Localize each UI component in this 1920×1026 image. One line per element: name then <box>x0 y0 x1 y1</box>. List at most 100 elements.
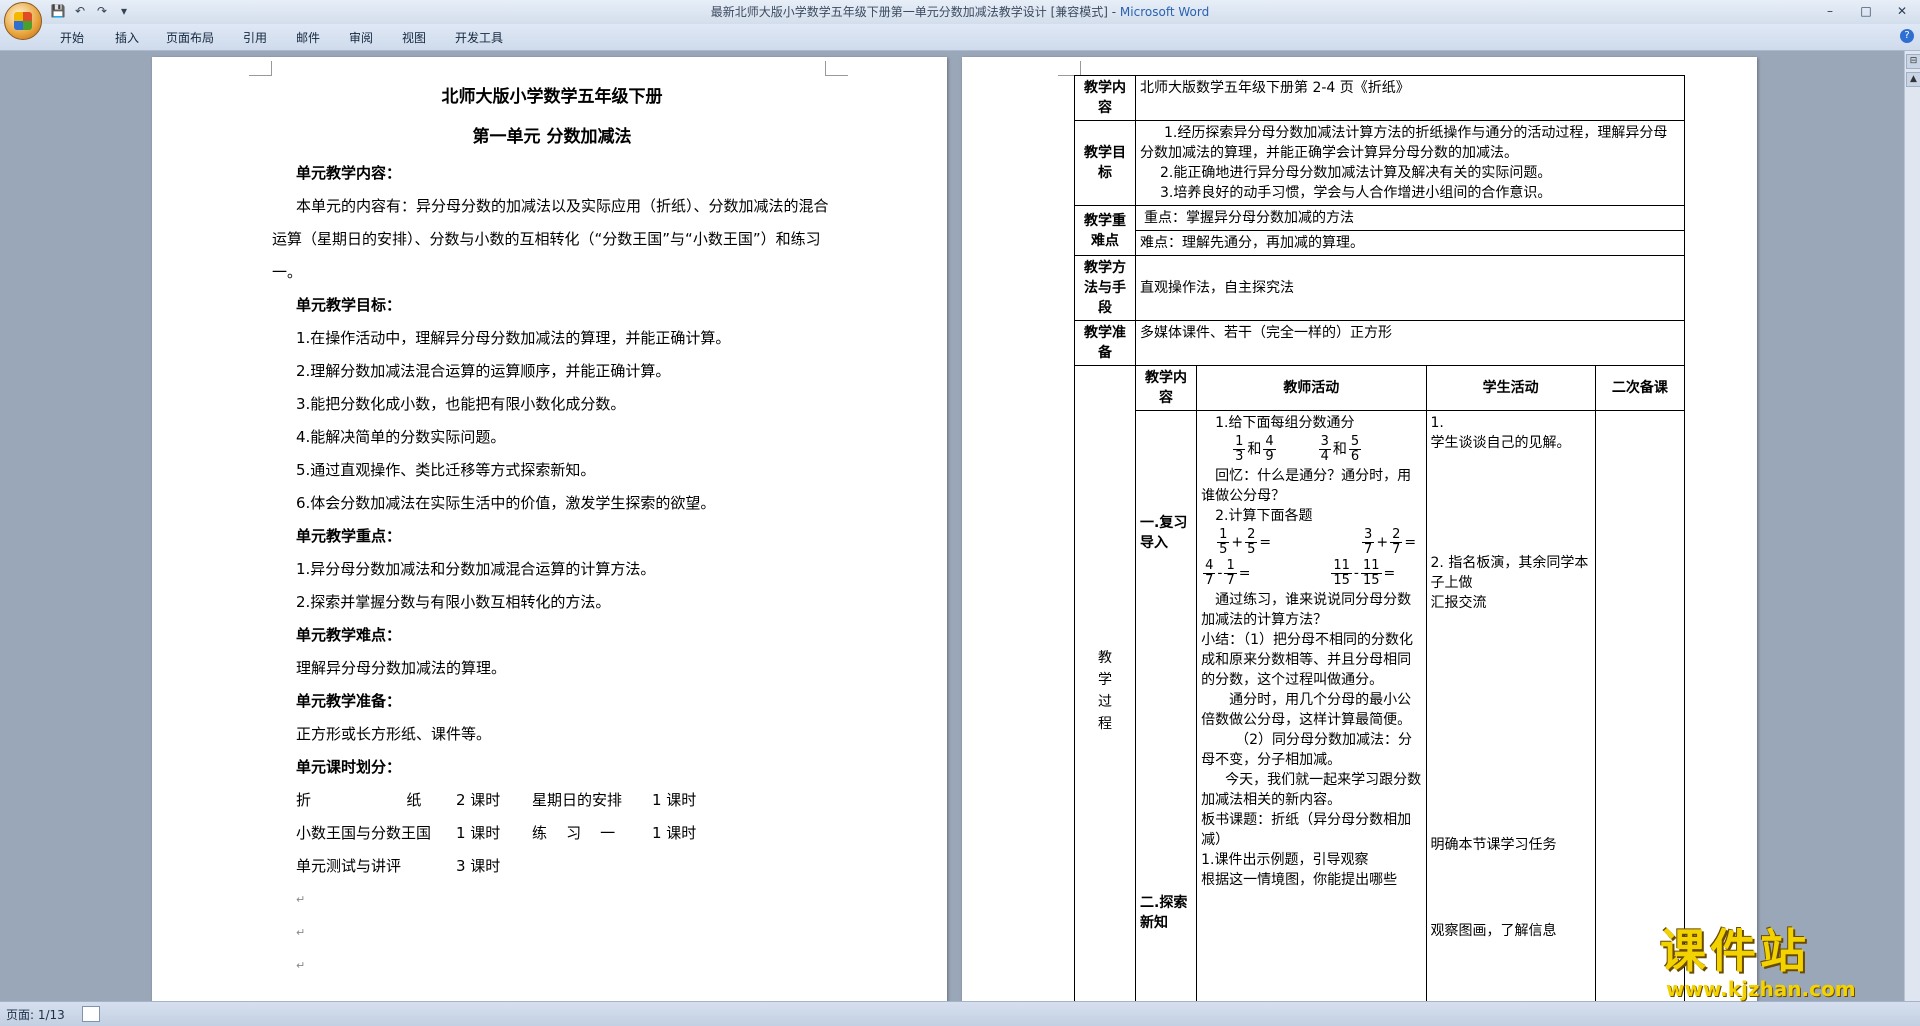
denominator: 15 <box>1362 573 1380 588</box>
ruler-toggle-icon[interactable]: ⊟ <box>1906 54 1920 69</box>
fraction: 37 <box>1362 528 1375 557</box>
fraction: 11 15 <box>1331 559 1352 588</box>
schedule-cell: 星期日的安排 <box>532 791 623 809</box>
proofing-icon[interactable] <box>82 1006 100 1022</box>
content-paragraph: 本单元的内容有：异分母分数的加减法以及实际应用（折纸）、分数加减法的混合运算（星… <box>272 197 829 281</box>
page-1-body[interactable]: 北师大版小学数学五年级下册 第一单元 分数加减法 单元教学内容： 本单元的内容有… <box>272 77 832 982</box>
fraction: 11 15 <box>1360 558 1382 588</box>
scroll-up-icon[interactable]: ▲ <box>1906 72 1920 87</box>
teacher-line: 1.给下面每组分数通分 <box>1215 415 1355 431</box>
numerator: 5 <box>1348 434 1362 450</box>
expression-row: 4 7-1 7 = 11 15-11 15 = <box>1201 559 1421 588</box>
second-prep-cell[interactable] <box>1594 410 1686 1001</box>
value-key[interactable]: 重点：掌握异分母分数加减的方法 <box>1135 205 1685 231</box>
title-bar: 💾 ↶ ↷ ▾ 最新北师大版小学数学五年级下册第一单元分数加减法教学设计 [兼容… <box>0 0 1920 40</box>
tab-home[interactable]: 开始 <box>60 29 84 46</box>
teacher-line: 今天，我们就一起来学习跟分数加减法相关的新内容。 <box>1201 772 1422 808</box>
page-2[interactable]: 教学内容 北师大版数学五年级下册第 2-4 页《折纸》 教学目标 1.经历探索异… <box>962 57 1757 1001</box>
key-item: 2.探索并掌握分数与有限小数互相转化的方法。 <box>296 593 611 611</box>
denominator: 7 <box>1205 573 1214 588</box>
minimize-button[interactable]: – <box>1812 0 1848 22</box>
tab-mailings[interactable]: 邮件 <box>296 29 320 46</box>
document-title: 最新北师大版小学数学五年级下册第一单元分数加减法教学设计 [兼容模式] - <box>710 5 1120 19</box>
heading-prep: 单元教学准备： <box>296 692 402 710</box>
document-workspace[interactable]: 北师大版小学数学五年级下册 第一单元 分数加减法 单元教学内容： 本单元的内容有… <box>0 51 1905 1001</box>
schedule-cell: 折 纸 <box>296 791 422 809</box>
tab-review[interactable]: 审阅 <box>349 29 373 46</box>
goal-line: 3.培养良好的动手习惯，学会与人合作增进小组间的合作意识。 <box>1160 185 1552 201</box>
heading-difficult: 单元教学难点： <box>296 626 402 644</box>
teacher-line: （2）同分母分数加减法：分母不变，分子相加减。 <box>1201 732 1413 768</box>
prep-text: 正方形或长方形纸、课件等。 <box>296 725 492 743</box>
maximize-button[interactable]: □ <box>1848 0 1884 22</box>
and-text: 和 <box>1332 441 1347 458</box>
page-indicator[interactable]: 页面: 1/13 <box>6 1006 65 1023</box>
close-button[interactable]: ✕ <box>1884 0 1920 22</box>
numerator: 4 <box>1263 434 1276 450</box>
student-line: 观察图画，了解信息 <box>1430 923 1557 939</box>
denominator: 7 <box>1364 542 1373 557</box>
tab-insert[interactable]: 插入 <box>115 29 139 46</box>
help-icon[interactable]: ? <box>1900 29 1914 43</box>
tab-developer[interactable]: 开发工具 <box>455 29 503 46</box>
teacher-line: 1.课件出示例题，引导观察 <box>1201 852 1369 868</box>
value-method[interactable]: 直观操作法，自主探究法 <box>1135 255 1685 321</box>
value-prep[interactable]: 多媒体课件、若干（完全一样的）正方形 <box>1135 320 1685 366</box>
value-goals[interactable]: 1.经历探索异分母分数加减法计算方法的折纸操作与通分的活动过程，理解异分母分数加… <box>1135 120 1685 206</box>
numerator: 4 <box>1203 558 1216 574</box>
tab-page-layout[interactable]: 页面布局 <box>166 29 214 46</box>
denominator: 7 <box>1226 573 1235 588</box>
ribbon-tabs: 开始 插入 页面布局 引用 邮件 审阅 视图 开发工具 ? <box>0 24 1920 51</box>
teacher-line: 回忆：什么是通分？通分时，用谁做公分母？ <box>1201 468 1412 504</box>
teacher-line: 通过练习，谁来说说同分母分数加减法的计算方法？ <box>1201 592 1412 628</box>
goal-item: 6.体会分数加减法在实际生活中的价值，激发学生探索的欲望。 <box>296 494 716 512</box>
label-method: 教学方法与手段 <box>1074 255 1136 321</box>
numerator: 3 <box>1318 434 1331 450</box>
watermark: 课件站 www.kjzhan.com <box>1660 925 1900 1005</box>
schedule-cell: 2 课时 <box>456 791 501 809</box>
equals-sign: = <box>1238 565 1251 582</box>
tab-references[interactable]: 引用 <box>243 29 267 46</box>
value-difficult[interactable]: 难点：理解先通分，再加减的算理。 <box>1135 230 1685 256</box>
app-name: Microsoft Word <box>1119 5 1210 19</box>
paragraph-mark: ↵ <box>296 959 306 972</box>
teacher-line: 板书课题：折纸（异分母分数相加减） <box>1201 812 1412 848</box>
denominator: 3 <box>1235 449 1244 464</box>
equals-sign: = <box>1259 534 1272 551</box>
crop-mark <box>825 61 848 76</box>
heading-schedule: 单元课时划分： <box>296 758 402 776</box>
student-line: 2. 指名板演，其余同学本子上做 <box>1430 555 1589 591</box>
window-controls: – □ ✕ <box>1812 0 1920 22</box>
vertical-scrollbar[interactable]: ⊟ ▲ <box>1904 51 1920 1001</box>
paragraph-mark: ↵ <box>296 926 306 939</box>
doc-title: 北师大版小学数学五年级下册 <box>441 87 663 107</box>
lesson-plan-table[interactable]: 教学内容 北师大版数学五年级下册第 2-4 页《折纸》 教学目标 1.经历探索异… <box>1074 75 1686 1001</box>
student-activity[interactable]: 1. 学生谈谈自己的见解。 2. 指名板演，其余同学本子上做 汇报交流 明确本节… <box>1425 410 1596 1001</box>
numerator: 1 <box>1217 527 1230 543</box>
teacher-activity[interactable]: 1.给下面每组分数通分 13和49 34和56 回忆：什么是通分？通分时，用谁做… <box>1196 410 1427 1001</box>
schedule-cell: 3 课时 <box>456 857 501 875</box>
schedule-cell: 1 课时 <box>456 824 501 842</box>
value-content[interactable]: 北师大版数学五年级下册第 2-4 页《折纸》 <box>1135 75 1685 121</box>
fraction: 25 <box>1245 528 1258 557</box>
label-process: 教学过程 <box>1074 365 1136 1001</box>
denominator: 5 <box>1219 542 1228 557</box>
fraction-row: 13和49 34和56 <box>1201 435 1421 464</box>
office-button[interactable] <box>4 2 42 40</box>
stage-review: 一.复习导入 <box>1140 515 1188 551</box>
window-title: 最新北师大版小学数学五年级下册第一单元分数加减法教学设计 [兼容模式] - Mi… <box>0 3 1920 20</box>
schedule-row: 单元测试与讲评 3 课时 <box>272 850 832 883</box>
tab-view[interactable]: 视图 <box>402 29 426 46</box>
page-1[interactable]: 北师大版小学数学五年级下册 第一单元 分数加减法 单元教学内容： 本单元的内容有… <box>152 57 947 1001</box>
minus-sign: - <box>1217 565 1223 582</box>
schedule-row: 小数王国与分数王国 1 课时 练 习 一 1 课时 <box>272 817 832 850</box>
heading-key: 单元教学重点： <box>296 527 402 545</box>
stage-explore: 二.探索新知 <box>1140 895 1188 931</box>
heading-goals: 单元教学目标： <box>296 296 402 314</box>
schedule-row: 折 纸 2 课时 星期日的安排 1 课时 <box>272 784 832 817</box>
fraction: 47 <box>1203 558 1216 588</box>
fraction: 34 <box>1318 434 1331 464</box>
schedule-cell: 1 课时 <box>652 791 697 809</box>
numerator: 11 <box>1360 558 1382 574</box>
teacher-line: 2.计算下面各题 <box>1215 508 1313 524</box>
